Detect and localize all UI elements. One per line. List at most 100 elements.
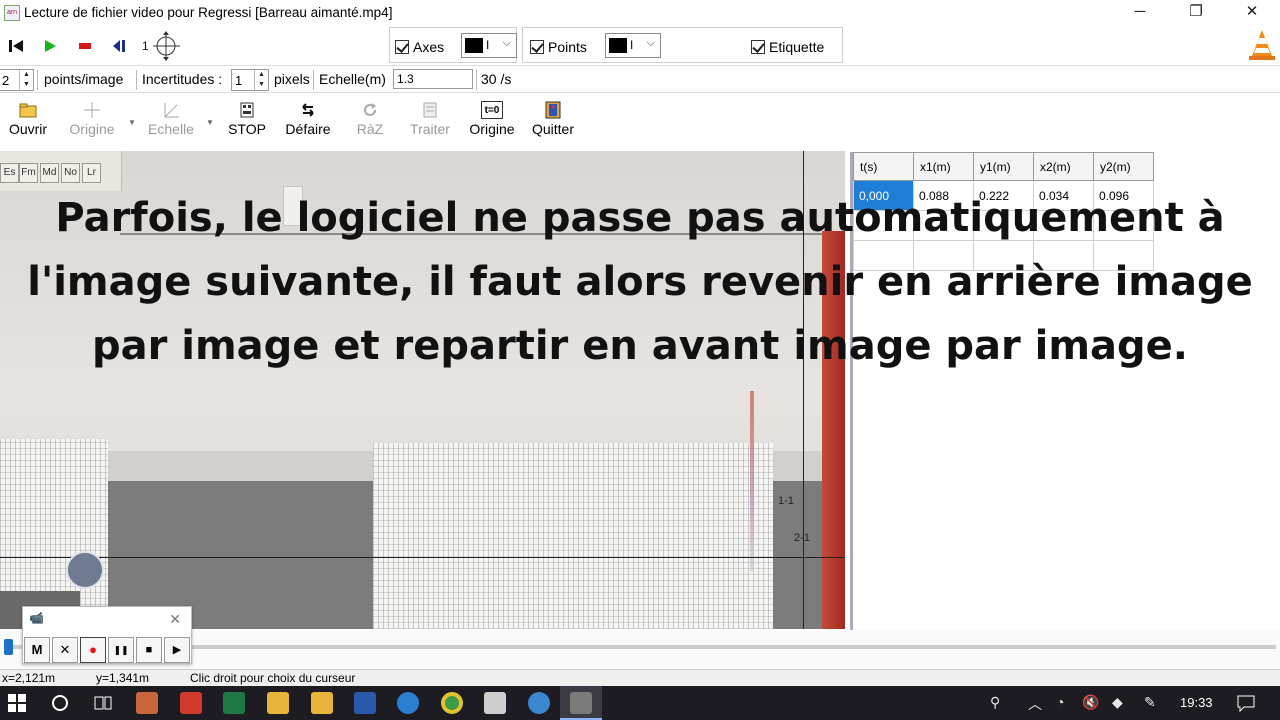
axes-checkbox[interactable] xyxy=(395,40,409,54)
people-icon[interactable]: ⚲ xyxy=(990,694,1000,711)
maximize-button[interactable]: ❐ xyxy=(1173,0,1219,26)
stop-button[interactable] xyxy=(72,34,98,58)
skip-start-button[interactable] xyxy=(3,34,29,58)
scale-label: Echelle(m) xyxy=(319,71,386,87)
overlay-caption: Parfois, le logiciel ne passe pas automa… xyxy=(27,195,1253,369)
t0-icon: t=0 xyxy=(481,101,503,119)
scale-tool-label: Echelle xyxy=(148,121,194,137)
points-color-select[interactable]: I ⌵ xyxy=(605,33,661,58)
volume-muted-icon[interactable]: 🔇 xyxy=(1082,694,1099,711)
undo-label: Défaire xyxy=(285,121,331,137)
fps-label: 30 /s xyxy=(481,71,512,87)
regressi-icon xyxy=(570,692,592,714)
window-title: Lecture de fichier video pour Regressi [… xyxy=(24,5,393,20)
dropbox-icon[interactable]: ◆ xyxy=(1112,694,1123,711)
chevron-down-icon[interactable]: ▼ xyxy=(128,118,136,127)
search-circle-icon[interactable] xyxy=(51,694,69,712)
col-header[interactable]: y1(m) xyxy=(973,152,1034,181)
notifications-icon[interactable] xyxy=(1236,694,1256,712)
play-button[interactable] xyxy=(37,34,63,58)
points-checkbox[interactable] xyxy=(530,40,544,54)
axes-color-select[interactable]: I ⌵ xyxy=(461,33,517,58)
separator xyxy=(37,70,38,90)
spinner-arrows-icon[interactable]: ▲ ▼ xyxy=(254,70,268,90)
stop-tool-button[interactable]: STOP xyxy=(224,98,270,146)
uncertainty-label: Incertitudes : xyxy=(142,71,223,87)
windows-icon[interactable] xyxy=(8,694,26,712)
col-header[interactable]: t(s) xyxy=(853,152,914,181)
task-view-icon[interactable] xyxy=(93,694,113,712)
recorder-play-button[interactable]: ▶ xyxy=(164,637,190,663)
point-label: 1-1 xyxy=(778,495,794,507)
undo-button[interactable]: Défaire xyxy=(280,98,336,146)
process-button[interactable]: Traiter xyxy=(404,98,456,146)
recorder-stop-button[interactable]: ■ xyxy=(136,637,162,663)
recorder-cancel-button[interactable]: ✕ xyxy=(52,637,78,663)
pen-icon[interactable]: ✎ xyxy=(1144,694,1156,711)
timeline xyxy=(0,631,1280,669)
word-online-icon[interactable] xyxy=(528,692,550,714)
scale-button[interactable]: Echelle xyxy=(142,98,200,146)
crosshair-icon xyxy=(84,102,100,118)
col-header[interactable]: x1(m) xyxy=(913,152,974,181)
recorder-close-icon[interactable]: ✕ xyxy=(169,611,181,628)
target-cursor-button[interactable]: 1 xyxy=(140,31,186,61)
reset-button[interactable]: RàZ xyxy=(350,98,390,146)
recorder-bubble-icon[interactable] xyxy=(66,551,104,589)
quit-button[interactable]: Quitter xyxy=(526,98,580,146)
points-per-image-value: 2 xyxy=(2,73,10,88)
close-button[interactable]: ✕ xyxy=(1229,0,1275,26)
folder-icon[interactable] xyxy=(311,692,333,714)
minimize-button[interactable]: ─ xyxy=(1117,0,1163,26)
origin-button[interactable]: Origine xyxy=(62,98,122,146)
recorder-pause-button[interactable]: ❚❚ xyxy=(108,637,134,663)
col-header[interactable]: x2(m) xyxy=(1033,152,1094,181)
taskbar-active-app[interactable] xyxy=(560,686,602,720)
points-group: Points I ⌵ Etiquette xyxy=(522,27,843,63)
periodic-cell: Lr xyxy=(82,163,101,183)
open-button[interactable]: Ouvrir xyxy=(4,98,52,146)
wifi-icon[interactable]: ◔ xyxy=(1056,694,1064,710)
periodic-cell: Md xyxy=(40,163,59,183)
chevron-down-icon[interactable]: ▼ xyxy=(206,118,214,127)
points-color-text: I xyxy=(630,38,634,52)
recycle-icon[interactable] xyxy=(484,692,506,714)
pdf-icon[interactable] xyxy=(180,692,202,714)
pixels-label: pixels xyxy=(274,71,310,87)
timeline-thumb[interactable] xyxy=(4,639,13,655)
stop-sign-icon xyxy=(240,102,254,118)
folder-icon xyxy=(19,103,37,118)
process-label: Traiter xyxy=(410,121,450,137)
periodic-cell: No xyxy=(61,163,80,183)
radiator-right xyxy=(373,443,773,629)
recorder-window: 📹 ✕ M ✕ ● ❚❚ ■ ▶ xyxy=(22,606,192,664)
title-bar: arn Lecture de fichier video pour Regres… xyxy=(0,0,1280,26)
spinner-arrows-icon[interactable]: ▲ ▼ xyxy=(19,70,33,90)
vlc-cone-icon xyxy=(1249,30,1275,60)
target-cursor-icon: 1 xyxy=(142,31,180,61)
magnet-blur xyxy=(750,391,754,571)
periodic-cell: Fm xyxy=(19,163,38,183)
chrome-icon[interactable] xyxy=(441,692,463,714)
col-header[interactable]: y2(m) xyxy=(1093,152,1154,181)
excel-icon[interactable] xyxy=(223,692,245,714)
etiquette-checkbox[interactable] xyxy=(751,40,765,54)
media-icon[interactable] xyxy=(136,692,158,714)
points-per-image-spinner[interactable]: 2 ▲ ▼ xyxy=(0,69,34,91)
recorder-record-button[interactable]: ● xyxy=(80,637,106,663)
teamviewer-icon[interactable] xyxy=(397,692,419,714)
chevron-up-icon[interactable]: ︿ xyxy=(1028,694,1042,714)
folder-icon[interactable] xyxy=(267,692,289,714)
time-origin-button[interactable]: t=0 Origine xyxy=(464,98,520,146)
scale-input[interactable] xyxy=(393,69,473,89)
step-back-icon xyxy=(113,40,125,52)
recorder-mark-button[interactable]: M xyxy=(24,637,50,663)
word-icon[interactable] xyxy=(354,692,376,714)
uncertainty-spinner[interactable]: 1 ▲ ▼ xyxy=(231,69,269,91)
clock[interactable]: 19:33 xyxy=(1180,695,1213,710)
step-back-button[interactable] xyxy=(106,34,132,58)
separator xyxy=(313,70,314,90)
timeline-track[interactable] xyxy=(4,645,1276,649)
parameters-row: 2 ▲ ▼ points/image Incertitudes : 1 ▲ ▼ pi… xyxy=(0,65,1280,93)
exit-icon xyxy=(545,101,561,119)
